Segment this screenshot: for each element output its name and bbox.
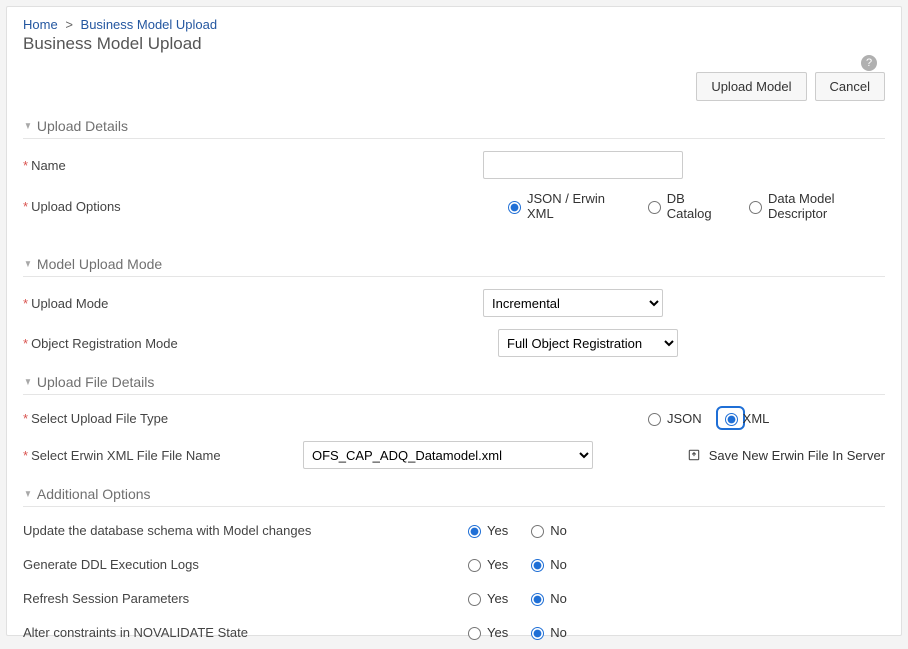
option-db-catalog[interactable]: DB Catalog	[643, 191, 726, 221]
upload-mode-label: *Upload Mode	[23, 296, 303, 311]
file-type-label: *Select Upload File Type	[23, 411, 303, 426]
option-xml[interactable]: XML	[720, 410, 770, 426]
name-input[interactable]	[483, 151, 683, 179]
file-name-label: *Select Erwin XML File File Name	[23, 448, 303, 463]
option-data-model-descriptor[interactable]: Data Model Descriptor	[744, 191, 885, 221]
radio-db-catalog[interactable]	[648, 201, 661, 214]
file-name-select[interactable]: OFS_CAP_ADQ_Datamodel.xml	[303, 441, 593, 469]
section-model-upload-mode: ▼ Model Upload Mode *Upload Mode Increme…	[23, 253, 885, 363]
refresh-session-label: Refresh Session Parameters	[23, 591, 463, 606]
chevron-down-icon: ▼	[24, 377, 32, 388]
section-header-upload-file-details[interactable]: ▼ Upload File Details	[23, 371, 885, 395]
gen-ddl-no[interactable]: No	[526, 556, 567, 572]
radio-data-model-descriptor[interactable]	[749, 201, 762, 214]
upload-options-label: *Upload Options	[23, 199, 303, 214]
page-title: Business Model Upload	[23, 34, 885, 54]
section-upload-details: ▼ Upload Details *Name *Upload Options J…	[23, 115, 885, 227]
section-title: Model Upload Mode	[37, 256, 162, 272]
refresh-session-yes[interactable]: Yes	[463, 590, 508, 606]
object-registration-select[interactable]: Full Object Registration	[498, 329, 678, 357]
section-header-model-upload-mode[interactable]: ▼ Model Upload Mode	[23, 253, 885, 277]
breadcrumb-home[interactable]: Home	[23, 17, 58, 32]
section-header-upload-details[interactable]: ▼ Upload Details	[23, 115, 885, 139]
radio-xml[interactable]	[725, 413, 738, 426]
action-bar: Upload Model Cancel	[23, 72, 885, 101]
radio-json[interactable]	[648, 413, 661, 426]
upload-mode-select[interactable]: Incremental	[483, 289, 663, 317]
help-icon[interactable]: ?	[861, 55, 877, 71]
radio-json-erwin[interactable]	[508, 201, 521, 214]
section-header-additional-options[interactable]: ▼ Additional Options	[23, 483, 885, 507]
cancel-button[interactable]: Cancel	[815, 72, 885, 101]
chevron-right-icon: >	[65, 17, 73, 32]
chevron-down-icon: ▼	[24, 121, 32, 132]
section-title: Upload File Details	[37, 374, 155, 390]
chevron-down-icon: ▼	[24, 259, 32, 270]
object-registration-label: *Object Registration Mode	[23, 336, 303, 351]
name-label: *Name	[23, 158, 303, 173]
section-additional-options: ▼ Additional Options Update the database…	[23, 483, 885, 649]
alter-constraints-no[interactable]: No	[526, 624, 567, 640]
option-json[interactable]: JSON	[643, 410, 702, 426]
save-icon	[687, 448, 701, 462]
alter-constraints-yes[interactable]: Yes	[463, 624, 508, 640]
gen-ddl-yes[interactable]: Yes	[463, 556, 508, 572]
section-upload-file-details: ▼ Upload File Details *Select Upload Fil…	[23, 371, 885, 475]
update-schema-label: Update the database schema with Model ch…	[23, 523, 463, 538]
section-title: Additional Options	[37, 486, 151, 502]
breadcrumb: Home > Business Model Upload	[23, 17, 885, 32]
save-new-file-link[interactable]: Save New Erwin File In Server	[687, 448, 885, 463]
chevron-down-icon: ▼	[24, 489, 32, 500]
main-panel: Home > Business Model Upload Business Mo…	[6, 6, 902, 636]
option-json-erwin[interactable]: JSON / Erwin XML	[503, 191, 625, 221]
refresh-session-no[interactable]: No	[526, 590, 567, 606]
upload-model-button[interactable]: Upload Model	[696, 72, 806, 101]
update-schema-no[interactable]: No	[526, 522, 567, 538]
gen-ddl-label: Generate DDL Execution Logs	[23, 557, 463, 572]
section-title: Upload Details	[37, 118, 128, 134]
breadcrumb-current[interactable]: Business Model Upload	[81, 17, 218, 32]
alter-constraints-label: Alter constraints in NOVALIDATE State	[23, 625, 463, 640]
update-schema-yes[interactable]: Yes	[463, 522, 508, 538]
